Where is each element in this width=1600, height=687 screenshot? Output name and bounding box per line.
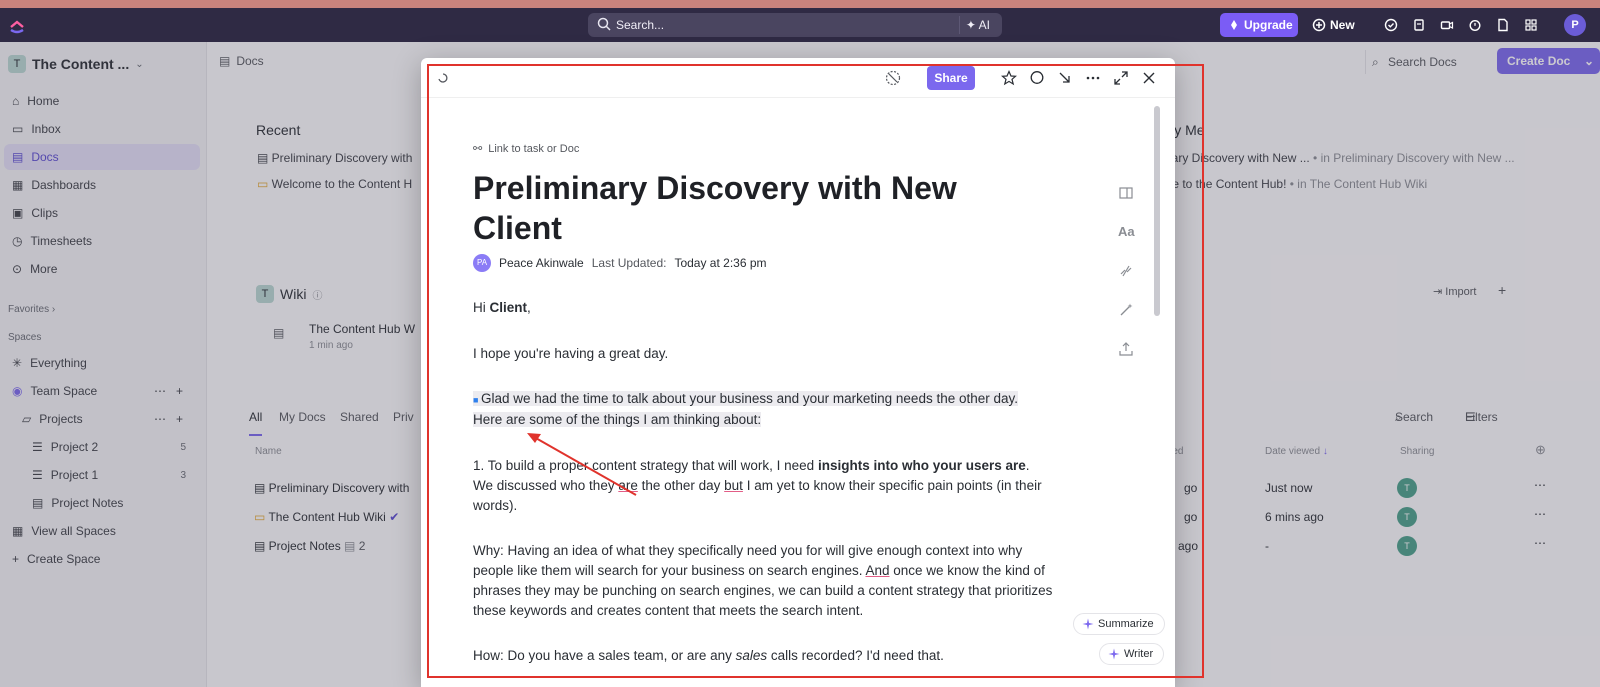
new-label: New — [1330, 18, 1355, 32]
annotation-frame — [427, 64, 1204, 678]
search-icon — [597, 17, 611, 31]
user-avatar[interactable]: P — [1564, 14, 1586, 36]
upgrade-button[interactable]: Upgrade — [1220, 13, 1298, 37]
sparkle-icon: ✦ — [965, 18, 979, 32]
document-icon[interactable] — [1496, 18, 1510, 32]
global-search[interactable]: Search... ✦ AI — [588, 13, 1002, 37]
video-record-icon[interactable] — [1440, 18, 1454, 32]
ai-label: AI — [978, 18, 990, 32]
upgrade-label: Upgrade — [1244, 18, 1293, 32]
notepad-icon[interactable] — [1412, 18, 1426, 32]
window-top-strip — [0, 0, 1600, 8]
search-placeholder: Search... — [616, 18, 665, 32]
clickup-logo-icon[interactable] — [8, 16, 26, 34]
ai-button[interactable]: ✦ AI — [958, 16, 996, 34]
check-circle-icon[interactable] — [1384, 18, 1398, 32]
top-bar: Search... ✦ AI Upgrade New P — [0, 8, 1600, 42]
rocket-icon — [1231, 20, 1237, 30]
alarm-clock-icon[interactable] — [1468, 18, 1482, 32]
apps-grid-icon[interactable] — [1524, 18, 1538, 32]
new-button[interactable]: New — [1312, 13, 1355, 37]
plus-circle-icon — [1312, 18, 1326, 32]
